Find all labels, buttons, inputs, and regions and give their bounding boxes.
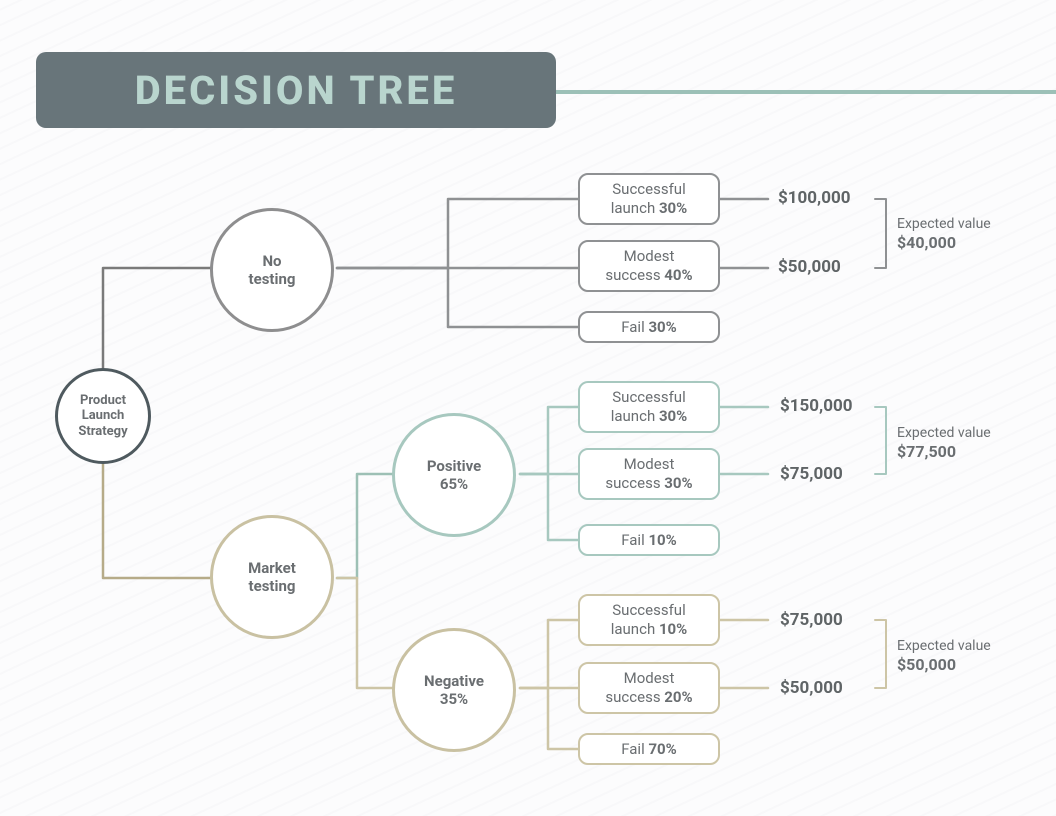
nt-mod-pct: 40% bbox=[664, 266, 692, 284]
ev-pos-amount: $77,500 bbox=[897, 442, 991, 463]
pill-pos-success: Successful launch 30% bbox=[578, 381, 720, 433]
market-testing-label-2: testing bbox=[249, 577, 296, 595]
ev-neg-amount: $50,000 bbox=[897, 655, 991, 676]
ev-nt-label: Expected value bbox=[897, 216, 991, 232]
neg-mod-l1: Modest bbox=[624, 669, 675, 687]
node-positive: Positive 65% bbox=[392, 413, 516, 537]
neg-succ-l2: launch bbox=[611, 620, 659, 638]
root-label-1: Product bbox=[80, 393, 126, 409]
pill-pos-modest: Modest success 30% bbox=[578, 448, 720, 500]
ev-nt: Expected value $40,000 bbox=[897, 215, 991, 254]
nt-mod-l2: success bbox=[605, 266, 664, 284]
pos-succ-pct: 30% bbox=[659, 407, 687, 425]
node-market-testing: Market testing bbox=[210, 515, 334, 639]
negative-label: Negative bbox=[424, 672, 484, 690]
root-label-3: Strategy bbox=[78, 424, 127, 440]
ev-pos: Expected value $77,500 bbox=[897, 424, 991, 463]
pos-fail-l: Fail bbox=[621, 531, 648, 549]
node-root: Product Launch Strategy bbox=[55, 368, 151, 464]
ev-neg: Expected value $50,000 bbox=[897, 637, 991, 676]
value-neg-modest: $50,000 bbox=[780, 678, 843, 698]
root-label-2: Launch bbox=[82, 408, 125, 424]
no-testing-label-2: testing bbox=[249, 270, 296, 288]
title-underline bbox=[556, 90, 1056, 94]
value-nt-success: $100,000 bbox=[778, 188, 850, 208]
neg-mod-l2: success bbox=[605, 688, 664, 706]
ev-pos-label: Expected value bbox=[897, 425, 991, 441]
no-testing-label-1: No bbox=[262, 252, 281, 270]
pos-succ-l2: launch bbox=[611, 407, 659, 425]
value-neg-success: $75,000 bbox=[780, 610, 843, 630]
value-pos-success: $150,000 bbox=[780, 396, 852, 416]
value-pos-modest: $75,000 bbox=[780, 464, 843, 484]
positive-pct: 65% bbox=[440, 475, 468, 493]
title-panel: DECISION TREE bbox=[36, 52, 556, 128]
nt-succ-l2: launch bbox=[611, 199, 659, 217]
neg-succ-pct: 10% bbox=[659, 620, 687, 638]
pos-succ-l1: Successful bbox=[612, 388, 685, 406]
pill-neg-modest: Modest success 20% bbox=[578, 662, 720, 714]
market-testing-label-1: Market bbox=[248, 559, 296, 577]
pos-fail-pct: 10% bbox=[648, 531, 676, 549]
nt-fail-l: Fail bbox=[621, 318, 648, 336]
pos-mod-l2: success bbox=[605, 474, 664, 492]
neg-mod-pct: 20% bbox=[664, 688, 692, 706]
pill-neg-success: Successful launch 10% bbox=[578, 594, 720, 646]
nt-mod-l1: Modest bbox=[624, 247, 675, 265]
pill-neg-fail: Fail 70% bbox=[578, 733, 720, 765]
pos-mod-pct: 30% bbox=[664, 474, 692, 492]
nt-succ-pct: 30% bbox=[659, 199, 687, 217]
neg-fail-pct: 70% bbox=[648, 740, 676, 758]
pill-nt-fail: Fail 30% bbox=[578, 311, 720, 343]
pill-pos-fail: Fail 10% bbox=[578, 524, 720, 556]
value-nt-modest: $50,000 bbox=[778, 257, 841, 277]
pill-nt-modest: Modest success 40% bbox=[578, 240, 720, 292]
node-negative: Negative 35% bbox=[392, 628, 516, 752]
ev-nt-amount: $40,000 bbox=[897, 233, 991, 254]
node-no-testing: No testing bbox=[210, 208, 334, 332]
nt-succ-l1: Successful bbox=[612, 180, 685, 198]
ev-neg-label: Expected value bbox=[897, 638, 991, 654]
pos-mod-l1: Modest bbox=[624, 455, 675, 473]
page-title: DECISION TREE bbox=[135, 67, 458, 114]
positive-label: Positive bbox=[427, 457, 481, 475]
diagram-canvas: DECISION TREE bbox=[0, 0, 1056, 816]
pill-nt-success: Successful launch 30% bbox=[578, 173, 720, 225]
neg-fail-l: Fail bbox=[621, 740, 648, 758]
nt-fail-pct: 30% bbox=[648, 318, 676, 336]
neg-succ-l1: Successful bbox=[612, 601, 685, 619]
negative-pct: 35% bbox=[440, 690, 468, 708]
